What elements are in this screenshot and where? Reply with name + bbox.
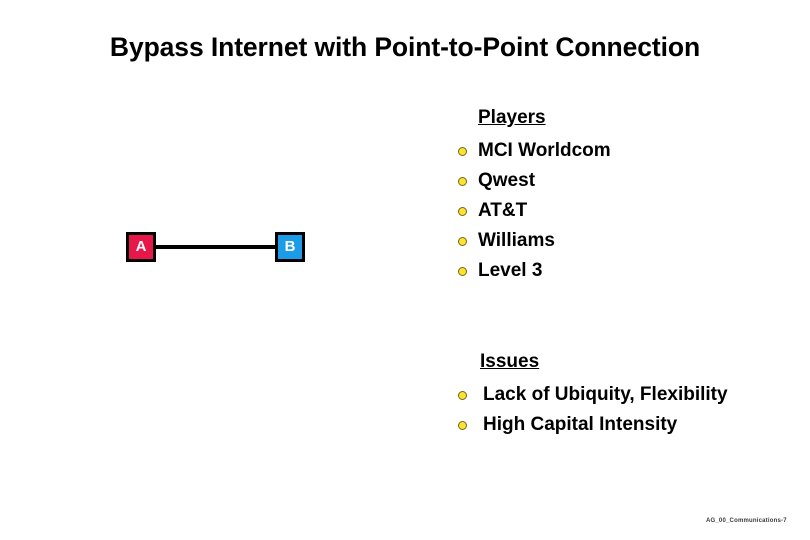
list-item: Lack of Ubiquity, Flexibility bbox=[458, 380, 728, 410]
list-item-label: Lack of Ubiquity, Flexibility bbox=[483, 384, 728, 405]
bullet-dot-icon bbox=[458, 390, 467, 400]
diagram-connector-line bbox=[155, 245, 276, 249]
issues-list: Lack of Ubiquity, Flexibility High Capit… bbox=[458, 380, 728, 440]
players-list: MCI Worldcom Qwest AT&T Williams Level 3 bbox=[458, 136, 611, 286]
bullet-dot-icon bbox=[458, 266, 467, 276]
players-section: Players MCI Worldcom Qwest AT&T Williams… bbox=[458, 106, 611, 286]
diagram-node-b-label: B bbox=[284, 238, 296, 255]
list-item-label: Williams bbox=[478, 230, 555, 251]
list-item-label: MCI Worldcom bbox=[478, 140, 611, 161]
slide-footer: AG_00_Communications-7 bbox=[706, 518, 787, 524]
list-item-label: High Capital Intensity bbox=[483, 414, 678, 435]
list-item-label: Level 3 bbox=[478, 260, 543, 281]
players-heading: Players bbox=[478, 107, 546, 128]
bullet-dot-icon bbox=[458, 236, 467, 246]
list-item: Level 3 bbox=[458, 256, 611, 286]
list-item: Qwest bbox=[458, 166, 611, 196]
list-item: AT&T bbox=[458, 196, 611, 226]
diagram-node-a-label: A bbox=[135, 238, 147, 255]
diagram-node-b: B bbox=[275, 232, 305, 262]
issues-section: Issues Lack of Ubiquity, Flexibility Hig… bbox=[458, 350, 728, 440]
list-item: Williams bbox=[458, 226, 611, 256]
list-item: MCI Worldcom bbox=[458, 136, 611, 166]
page-title: Bypass Internet with Point-to-Point Conn… bbox=[109, 32, 701, 62]
issues-heading: Issues bbox=[480, 351, 540, 372]
point-to-point-diagram: A B bbox=[126, 232, 310, 266]
bullet-dot-icon bbox=[458, 176, 467, 186]
diagram-node-a: A bbox=[126, 232, 156, 262]
list-item-label: Qwest bbox=[478, 170, 536, 191]
bullet-dot-icon bbox=[458, 146, 467, 156]
bullet-dot-icon bbox=[458, 420, 467, 430]
slide-canvas: Bypass Internet with Point-to-Point Conn… bbox=[0, 0, 810, 540]
list-item: High Capital Intensity bbox=[458, 410, 728, 440]
bullet-dot-icon bbox=[458, 206, 467, 216]
list-item-label: AT&T bbox=[478, 200, 528, 221]
